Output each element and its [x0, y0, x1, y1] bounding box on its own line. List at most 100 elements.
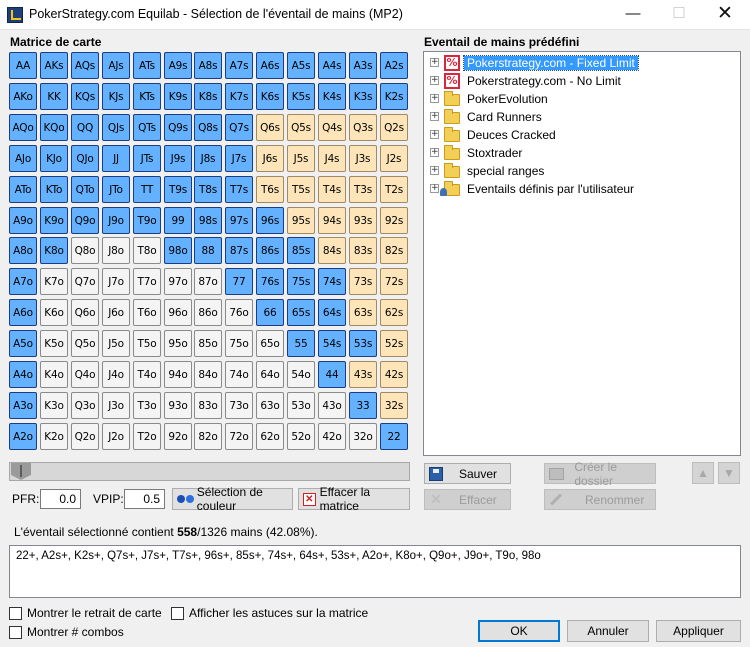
hand-cell[interactable]: A6o: [9, 299, 37, 326]
hand-cell[interactable]: 73o: [225, 392, 253, 419]
matrix-tips-checkbox[interactable]: Afficher les astuces sur la matrice: [171, 606, 368, 620]
hand-cell[interactable]: QQ: [71, 114, 99, 141]
hand-cell[interactable]: K4o: [40, 361, 68, 388]
tree-item[interactable]: + Deuces Cracked: [430, 126, 559, 143]
hand-cell[interactable]: 95s: [287, 207, 315, 234]
hand-cell[interactable]: J7o: [102, 268, 130, 295]
hand-cell[interactable]: A2s: [380, 52, 408, 79]
hand-cell[interactable]: 54s: [318, 330, 346, 357]
hand-cell[interactable]: 62s: [380, 299, 408, 326]
hand-cell[interactable]: 75o: [225, 330, 253, 357]
hand-cell[interactable]: J4s: [318, 145, 346, 172]
tree-item[interactable]: + Card Runners: [430, 108, 545, 125]
expand-icon[interactable]: +: [430, 76, 439, 85]
hand-cell[interactable]: T3s: [349, 176, 377, 203]
clear-matrix-button[interactable]: ✕ Effacer la matrice: [298, 485, 410, 513]
hand-cell[interactable]: 32s: [380, 392, 408, 419]
hand-cell[interactable]: AKs: [40, 52, 68, 79]
checkbox-box[interactable]: [9, 625, 22, 639]
hand-cell[interactable]: J8o: [102, 237, 130, 264]
hand-cell[interactable]: T6s: [256, 176, 284, 203]
hand-cell[interactable]: JJ: [102, 145, 130, 172]
hand-cell[interactable]: T4s: [318, 176, 346, 203]
hand-cell[interactable]: 92s: [380, 207, 408, 234]
expand-icon[interactable]: +: [430, 184, 439, 193]
hand-cell[interactable]: 63o: [256, 392, 284, 419]
hand-cell[interactable]: 32o: [349, 423, 377, 450]
hand-cell[interactable]: 44: [318, 361, 346, 388]
tree-item-label[interactable]: PokerEvolution: [464, 92, 551, 106]
hand-cell[interactable]: A3s: [349, 52, 377, 79]
hand-cell[interactable]: K2o: [40, 423, 68, 450]
hand-cell[interactable]: A8o: [9, 237, 37, 264]
delete-button[interactable]: ✕ Effacer: [424, 489, 511, 510]
hand-cell[interactable]: Q5s: [287, 114, 315, 141]
hand-cell[interactable]: A3o: [9, 392, 37, 419]
tree-item[interactable]: +% Pokerstrategy.com - No Limit: [430, 72, 624, 89]
hand-cell[interactable]: 85s: [287, 237, 315, 264]
hand-cell[interactable]: 98s: [194, 207, 222, 234]
hand-cell[interactable]: 53s: [349, 330, 377, 357]
hand-cell[interactable]: 43o: [318, 392, 346, 419]
hand-cell[interactable]: KJs: [102, 83, 130, 110]
tree-item-label[interactable]: Eventails définis par l'utilisateur: [464, 182, 637, 196]
expand-icon[interactable]: +: [430, 130, 439, 139]
hand-cell[interactable]: 84o: [194, 361, 222, 388]
tree-item-label[interactable]: Pokerstrategy.com - Fixed Limit: [463, 54, 639, 71]
hand-cell[interactable]: J5s: [287, 145, 315, 172]
predefined-range-tree[interactable]: +% Pokerstrategy.com - Fixed Limit +% Poker…: [423, 51, 741, 456]
hand-cell[interactable]: Q8s: [194, 114, 222, 141]
hand-cell[interactable]: J2o: [102, 423, 130, 450]
hand-cell[interactable]: K8o: [40, 237, 68, 264]
hand-cell[interactable]: 86s: [256, 237, 284, 264]
create-folder-button[interactable]: Créer le dossier: [544, 460, 656, 488]
hand-cell[interactable]: T5o: [133, 330, 161, 357]
hand-cell[interactable]: A7s: [225, 52, 253, 79]
rename-button[interactable]: Renommer: [544, 489, 656, 510]
hand-cell[interactable]: A4s: [318, 52, 346, 79]
hand-cell[interactable]: K5s: [287, 83, 315, 110]
hand-cell[interactable]: K6o: [40, 299, 68, 326]
hand-cell[interactable]: 86o: [194, 299, 222, 326]
hand-cell[interactable]: A6s: [256, 52, 284, 79]
tree-item[interactable]: + special ranges: [430, 162, 547, 179]
hand-cell[interactable]: K2s: [380, 83, 408, 110]
hand-cell[interactable]: K3o: [40, 392, 68, 419]
hand-cell[interactable]: 96s: [256, 207, 284, 234]
hand-cell[interactable]: 22: [380, 423, 408, 450]
hand-cell[interactable]: T2s: [380, 176, 408, 203]
hand-cell[interactable]: Q8o: [71, 237, 99, 264]
hand-cell[interactable]: A5s: [287, 52, 315, 79]
hand-cell[interactable]: 43s: [349, 361, 377, 388]
hand-cell[interactable]: J9s: [164, 145, 192, 172]
hand-cell[interactable]: T9s: [164, 176, 192, 203]
hand-cell[interactable]: 42s: [380, 361, 408, 388]
save-button[interactable]: Sauver: [424, 463, 511, 484]
hand-cell[interactable]: Q2o: [71, 423, 99, 450]
hand-cell[interactable]: 42o: [318, 423, 346, 450]
color-selection-button[interactable]: Sélection de couleur: [172, 485, 293, 513]
hand-cell[interactable]: 94s: [318, 207, 346, 234]
hand-cell[interactable]: 72s: [380, 268, 408, 295]
hand-cell[interactable]: 82o: [194, 423, 222, 450]
hand-cell[interactable]: J6s: [256, 145, 284, 172]
expand-icon[interactable]: +: [430, 94, 439, 103]
hand-cell[interactable]: ATs: [133, 52, 161, 79]
hand-cell[interactable]: 95o: [164, 330, 192, 357]
hand-cell[interactable]: 92o: [164, 423, 192, 450]
hand-cell[interactable]: K9o: [40, 207, 68, 234]
hand-cell[interactable]: 97s: [225, 207, 253, 234]
hand-cell[interactable]: 83o: [194, 392, 222, 419]
hand-cell[interactable]: A7o: [9, 268, 37, 295]
hand-cell[interactable]: KTs: [133, 83, 161, 110]
hand-cell[interactable]: 33: [349, 392, 377, 419]
hand-cell[interactable]: JTs: [133, 145, 161, 172]
hand-cell[interactable]: 76o: [225, 299, 253, 326]
hand-cell[interactable]: Q4o: [71, 361, 99, 388]
hand-cell[interactable]: AQo: [9, 114, 37, 141]
hand-cell[interactable]: AKo: [9, 83, 37, 110]
expand-icon[interactable]: +: [430, 166, 439, 175]
hand-cell[interactable]: QJs: [102, 114, 130, 141]
hand-cell[interactable]: Q6o: [71, 299, 99, 326]
tree-item[interactable]: + PokerEvolution: [430, 90, 551, 107]
